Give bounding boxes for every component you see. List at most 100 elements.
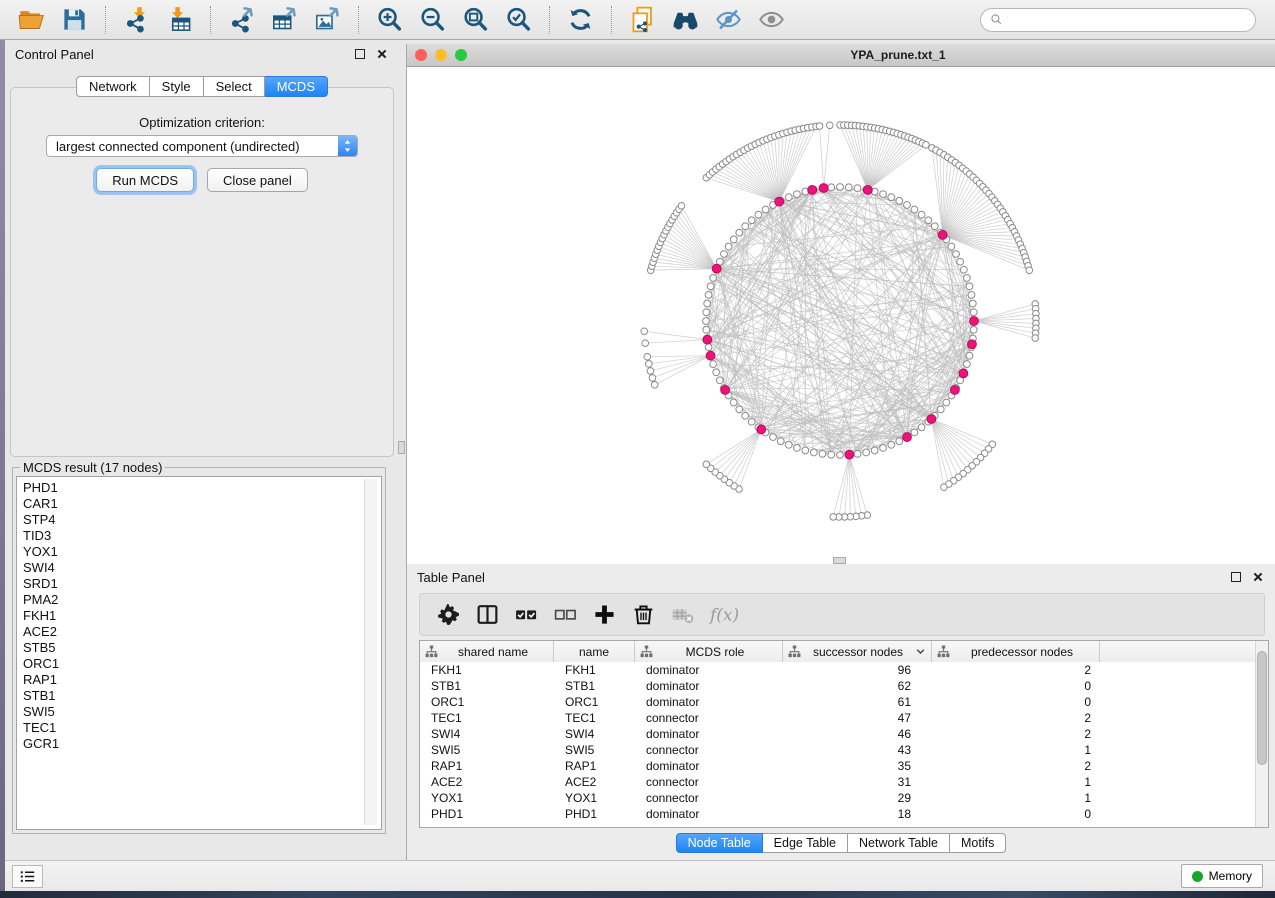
apply-function-icon[interactable]: f(x) xyxy=(709,602,745,627)
tab-motifs[interactable]: Motifs xyxy=(950,833,1006,853)
network-node[interactable] xyxy=(966,283,973,290)
mcds-result-item[interactable]: ACE2 xyxy=(23,624,381,640)
cell-name[interactable]: SWI5 xyxy=(554,742,635,758)
cell-shared-name[interactable]: SWI4 xyxy=(420,726,554,742)
tab-mcds[interactable]: MCDS xyxy=(265,76,328,97)
mcds-node[interactable] xyxy=(968,340,977,349)
vertical-split-grip[interactable] xyxy=(398,441,405,454)
settings-gear-icon[interactable] xyxy=(436,602,461,627)
column-header-MCDS-role[interactable]: MCDS role xyxy=(635,641,783,662)
network-node[interactable] xyxy=(828,451,835,458)
mcds-result-item[interactable]: FKH1 xyxy=(23,608,381,624)
network-node[interactable] xyxy=(710,361,717,368)
show-hidden-icon[interactable] xyxy=(758,6,785,33)
table-row[interactable]: SWI4SWI4dominator462 xyxy=(420,726,1255,742)
cell-predecessor-nodes[interactable]: 1 xyxy=(932,790,1100,806)
mcds-node[interactable] xyxy=(970,317,979,326)
cell-name[interactable]: ACE2 xyxy=(554,774,635,790)
network-node[interactable] xyxy=(943,399,950,406)
mcds-node[interactable] xyxy=(757,425,766,434)
network-node[interactable] xyxy=(863,449,870,456)
network-node[interactable] xyxy=(802,447,809,454)
network-node[interactable] xyxy=(703,461,710,468)
network-node[interactable] xyxy=(649,375,656,382)
network-node[interactable] xyxy=(641,328,648,335)
mcds-list-scrollbar[interactable] xyxy=(364,479,377,825)
network-node[interactable] xyxy=(937,406,944,413)
cell-successor-nodes[interactable]: 29 xyxy=(783,790,932,806)
network-node[interactable] xyxy=(710,275,717,282)
network-titlebar[interactable]: YPA_prune.txt_1 xyxy=(407,44,1275,67)
close-panel-icon[interactable] xyxy=(374,47,389,62)
cell-predecessor-nodes[interactable]: 2 xyxy=(932,726,1100,742)
optimization-select[interactable]: largest connected component (undirected) xyxy=(46,135,358,157)
network-node[interactable] xyxy=(721,251,728,258)
search-binoculars-icon[interactable] xyxy=(672,6,699,33)
mcds-result-item[interactable]: STB5 xyxy=(23,640,381,656)
mcds-result-item[interactable]: YOX1 xyxy=(23,544,381,560)
mcds-result-item[interactable]: SRD1 xyxy=(23,576,381,592)
refresh-view-icon[interactable] xyxy=(567,6,594,33)
table-scrollbar[interactable] xyxy=(1255,641,1268,827)
cell-name[interactable]: STB1 xyxy=(554,678,635,694)
cell-MCDS-role[interactable]: dominator xyxy=(635,694,783,710)
table-row[interactable]: PHD1PHD1dominator180 xyxy=(420,806,1255,822)
cell-shared-name[interactable]: SWI5 xyxy=(420,742,554,758)
network-node[interactable] xyxy=(896,438,903,445)
cell-name[interactable]: FKH1 xyxy=(554,662,635,678)
delete-row-icon[interactable] xyxy=(631,602,656,627)
cell-shared-name[interactable]: RAP1 xyxy=(420,758,554,774)
minimize-window-icon[interactable] xyxy=(435,49,447,61)
close-window-icon[interactable] xyxy=(415,49,427,61)
hide-selected-icon[interactable] xyxy=(715,6,742,33)
network-node[interactable] xyxy=(713,369,720,376)
mcds-node[interactable] xyxy=(845,450,854,459)
import-network-icon[interactable] xyxy=(123,6,150,33)
mcds-result-item[interactable]: TID3 xyxy=(23,528,381,544)
network-node[interactable] xyxy=(755,211,762,218)
table-row[interactable]: TEC1TEC1connector472 xyxy=(420,710,1255,726)
export-image-icon[interactable] xyxy=(314,6,341,33)
cell-shared-name[interactable]: FKH1 xyxy=(420,662,554,678)
mcds-node[interactable] xyxy=(721,386,730,395)
network-node[interactable] xyxy=(837,452,844,459)
network-node[interactable] xyxy=(918,424,925,431)
cell-predecessor-nodes[interactable]: 2 xyxy=(932,662,1100,678)
tab-node-table[interactable]: Node Table xyxy=(676,833,763,853)
cell-predecessor-nodes[interactable]: 1 xyxy=(932,742,1100,758)
network-node[interactable] xyxy=(923,142,930,149)
cell-name[interactable]: TEC1 xyxy=(554,710,635,726)
network-node[interactable] xyxy=(1026,267,1033,274)
tab-style[interactable]: Style xyxy=(150,76,204,97)
table-scrollbar-thumb[interactable] xyxy=(1257,651,1267,765)
network-node[interactable] xyxy=(704,300,711,307)
network-node[interactable] xyxy=(918,211,925,218)
network-node[interactable] xyxy=(748,418,755,425)
mcds-result-item[interactable]: PHD1 xyxy=(23,480,381,496)
cell-MCDS-role[interactable]: dominator xyxy=(635,726,783,742)
mcds-node[interactable] xyxy=(808,186,817,195)
cell-name[interactable]: YOX1 xyxy=(554,790,635,806)
close-panel-icon[interactable] xyxy=(1250,570,1265,585)
network-node[interactable] xyxy=(963,275,970,282)
panel-selector-button[interactable] xyxy=(12,865,43,888)
tab-network-table[interactable]: Network Table xyxy=(848,833,950,853)
mcds-node[interactable] xyxy=(819,184,828,193)
network-node[interactable] xyxy=(896,197,903,204)
network-node[interactable] xyxy=(904,202,911,209)
network-node[interactable] xyxy=(642,340,649,347)
network-node[interactable] xyxy=(703,309,710,316)
network-node[interactable] xyxy=(880,191,887,198)
cell-MCDS-role[interactable]: dominator xyxy=(635,758,783,774)
network-node[interactable] xyxy=(880,444,887,451)
network-node[interactable] xyxy=(837,184,844,191)
table-row[interactable]: ACE2ACE2connector311 xyxy=(420,774,1255,790)
network-node[interactable] xyxy=(742,412,749,419)
save-session-icon[interactable] xyxy=(61,6,88,33)
zoom-fit-icon[interactable] xyxy=(462,6,489,33)
network-node[interactable] xyxy=(742,223,749,230)
maximize-window-icon[interactable] xyxy=(455,49,467,61)
mcds-result-item[interactable]: GCR1 xyxy=(23,736,381,752)
network-node[interactable] xyxy=(705,291,712,298)
cell-MCDS-role[interactable]: dominator xyxy=(635,662,783,678)
